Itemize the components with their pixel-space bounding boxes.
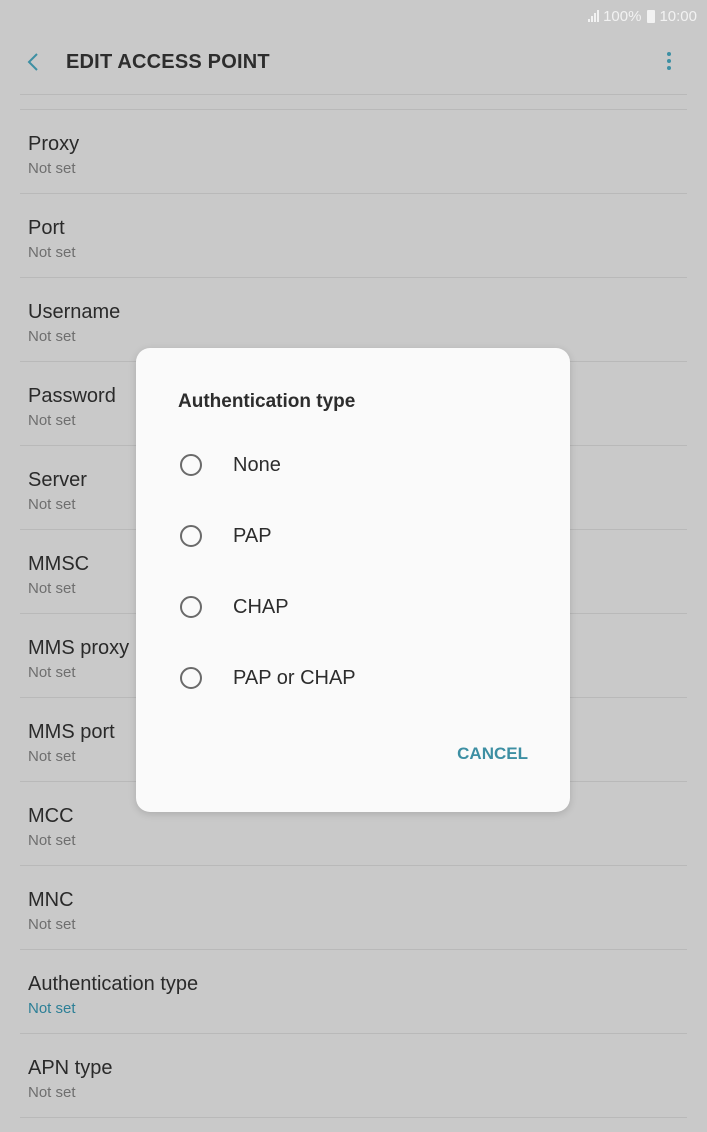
app-bar: EDIT ACCESS POINT: [0, 32, 707, 94]
option-label: CHAP: [233, 595, 289, 618]
setting-value: Not set: [28, 1000, 76, 1017]
dialog-title: Authentication type: [178, 391, 356, 412]
setting-value: Not set: [28, 916, 76, 933]
clock: 10:00: [659, 7, 697, 25]
more-vert-icon[interactable]: [661, 52, 677, 74]
radio-unchecked-icon[interactable]: [180, 525, 202, 547]
page-title: EDIT ACCESS POINT: [66, 51, 270, 73]
setting-row-port[interactable]: Port Not set: [20, 194, 687, 278]
radio-unchecked-icon[interactable]: [180, 596, 202, 618]
setting-value: Not set: [28, 832, 76, 849]
setting-row-apn-type[interactable]: APN type Not set: [20, 1034, 687, 1118]
option-pap-or-chap[interactable]: PAP or CHAP: [180, 658, 530, 698]
signal-icon: [588, 10, 600, 22]
setting-title: MNC: [28, 889, 74, 911]
setting-value: Not set: [28, 244, 76, 261]
radio-unchecked-icon[interactable]: [180, 454, 202, 476]
setting-row-mnc[interactable]: MNC Not set: [20, 866, 687, 950]
setting-row-authentication-type[interactable]: Authentication type Not set: [20, 950, 687, 1034]
option-label: PAP or CHAP: [233, 666, 356, 689]
setting-value: Not set: [28, 328, 76, 345]
status-bar: 100% 10:00: [0, 0, 707, 32]
option-label: PAP: [233, 524, 272, 547]
setting-value: Not set: [28, 160, 76, 177]
setting-title: Proxy: [28, 133, 80, 155]
setting-row-proxy[interactable]: Proxy Not set: [20, 110, 687, 194]
setting-title: MCC: [28, 805, 74, 827]
authentication-type-dialog: Authentication type None PAP CHAP PAP or…: [136, 348, 570, 812]
option-chap[interactable]: CHAP: [180, 587, 530, 627]
setting-title: Username: [28, 301, 121, 323]
setting-title: Password: [28, 385, 116, 407]
setting-title: MMS proxy: [28, 637, 130, 659]
setting-value: Not set: [28, 496, 76, 513]
setting-value: Not set: [28, 748, 76, 765]
setting-title: APN type: [28, 1057, 113, 1079]
battery-percentage: 100%: [603, 7, 642, 25]
battery-icon: [647, 9, 656, 23]
setting-value: Not set: [28, 1084, 76, 1101]
setting-title: MMS port: [28, 721, 115, 743]
radio-unchecked-icon[interactable]: [180, 667, 202, 689]
cancel-button[interactable]: CANCEL: [457, 744, 528, 764]
back-chevron-icon[interactable]: [22, 50, 46, 74]
setting-value: Not set: [28, 664, 76, 681]
setting-title: MMSC: [28, 553, 90, 575]
setting-title: Authentication type: [28, 973, 199, 995]
option-label: None: [233, 453, 281, 476]
option-pap[interactable]: PAP: [180, 516, 530, 556]
setting-title: Port: [28, 217, 65, 239]
option-none[interactable]: None: [180, 445, 530, 485]
setting-value: Not set: [28, 580, 76, 597]
setting-value: Not set: [28, 412, 76, 429]
setting-title: Server: [28, 469, 87, 491]
